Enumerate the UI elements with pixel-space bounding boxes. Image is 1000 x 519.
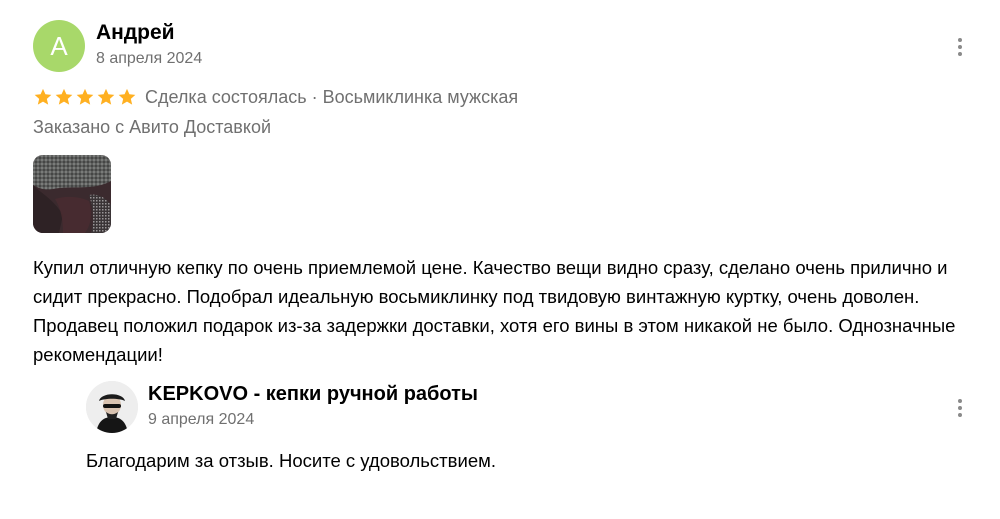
star-icon (54, 87, 74, 107)
author-avatar[interactable]: А (33, 20, 85, 72)
review-date: 8 апреля 2024 (96, 50, 203, 67)
star-icon (33, 87, 53, 107)
more-vertical-icon (958, 38, 962, 42)
star-icon (96, 87, 116, 107)
star-icon (117, 87, 137, 107)
reply-text: Благодарим за отзыв. Носите с удовольств… (86, 450, 496, 471)
delivery-note: Заказано с Авито Доставкой (33, 117, 272, 137)
seller-name[interactable]: KEPKOVO - кепки ручной работы (148, 383, 478, 406)
review-photo-thumbnail[interactable] (33, 155, 111, 233)
more-vertical-icon (958, 399, 962, 403)
review-card: А Андрей 8 апреля 2024 Сделка состоялась… (0, 0, 1000, 519)
reply-date: 9 апреля 2024 (148, 411, 255, 428)
reply-more-button[interactable] (950, 394, 970, 422)
rating-stars (33, 87, 137, 107)
author-name[interactable]: Андрей (96, 21, 175, 45)
rating-line: Сделка состоялась · Восьмиклинка мужская (33, 85, 518, 109)
review-more-button[interactable] (950, 33, 970, 61)
seller-avatar[interactable] (86, 381, 138, 433)
deal-info: Сделка состоялась · Восьмиклинка мужская (145, 86, 519, 107)
star-icon (75, 87, 95, 107)
review-text: Купил отличную кепку по очень приемлемой… (33, 257, 956, 365)
